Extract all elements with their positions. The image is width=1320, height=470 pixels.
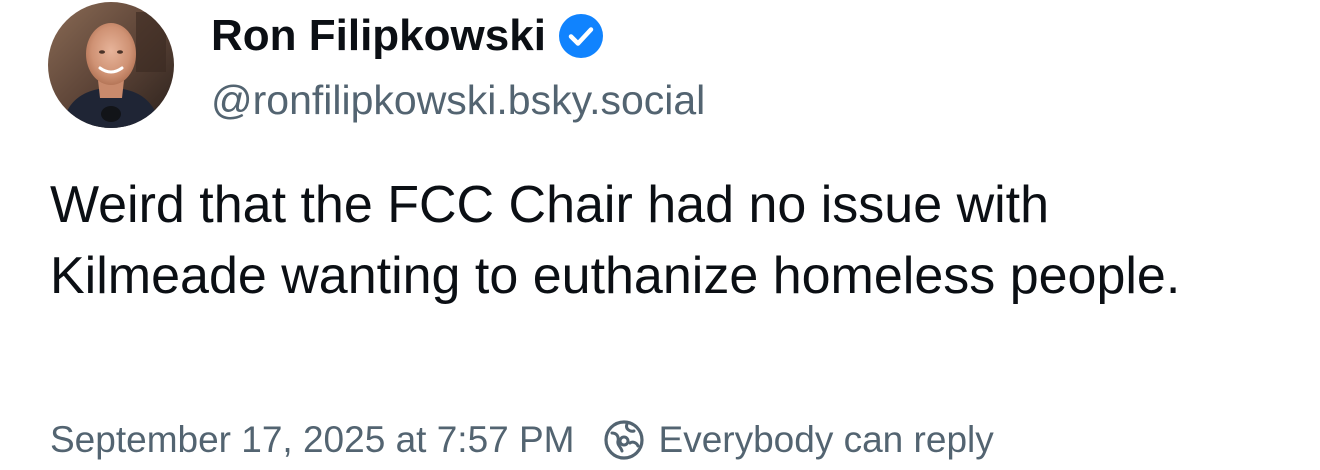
avatar-image [48, 2, 174, 128]
post-timestamp[interactable]: September 17, 2025 at 7:57 PM [50, 419, 575, 461]
author-display-name[interactable]: Ron Filipkowski [211, 8, 604, 64]
post-card: Ron Filipkowski @ronfilipkowski.bsky.soc… [0, 0, 1320, 470]
globe-icon [603, 419, 645, 461]
reply-setting[interactable]: Everybody can reply [603, 419, 994, 461]
reply-setting-label: Everybody can reply [658, 419, 994, 460]
post-text: Weird that the FCC Chair had no issue wi… [50, 176, 1181, 305]
author-handle[interactable]: @ronfilipkowski.bsky.social [211, 74, 705, 126]
verified-badge-icon [558, 13, 604, 59]
post-meta: September 17, 2025 at 7:57 PM Everybody … [50, 414, 994, 466]
author-name-text: Ron Filipkowski [211, 11, 546, 60]
author-avatar[interactable] [48, 2, 174, 128]
